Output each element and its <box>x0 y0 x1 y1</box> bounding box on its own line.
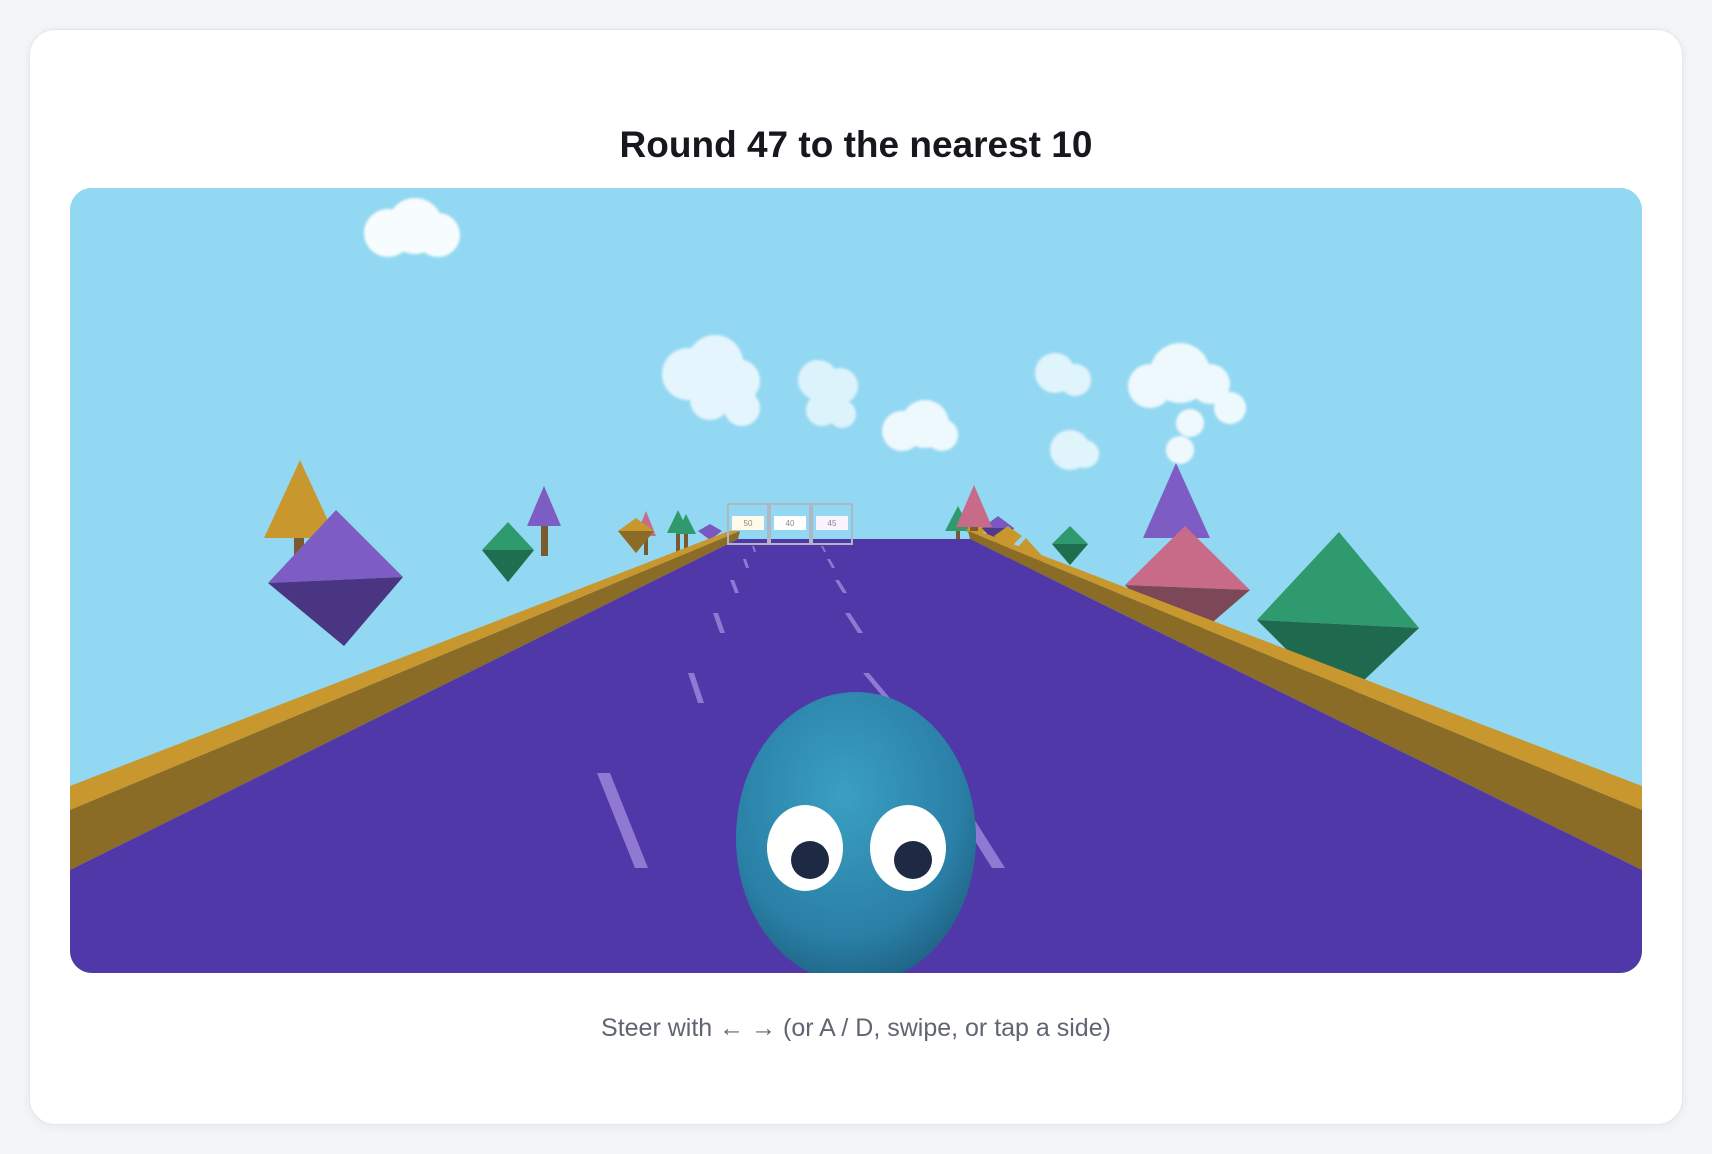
question-title: Round 47 to the nearest 10 <box>619 124 1093 165</box>
controls-hint: Steer with ← → (or A / D, swipe, or tap … <box>601 1014 1111 1042</box>
gate-label-3: 45 <box>828 519 837 528</box>
game-card: Round 47 to the nearest 10 50 40 45 Stee… <box>29 29 1683 1125</box>
gate-label-2: 40 <box>786 519 795 528</box>
gate-label-1: 50 <box>744 519 753 528</box>
game-canvas[interactable]: 50 40 45 <box>70 188 1642 973</box>
game-scene: 50 40 45 <box>70 188 1642 973</box>
player-character[interactable] <box>736 692 976 973</box>
